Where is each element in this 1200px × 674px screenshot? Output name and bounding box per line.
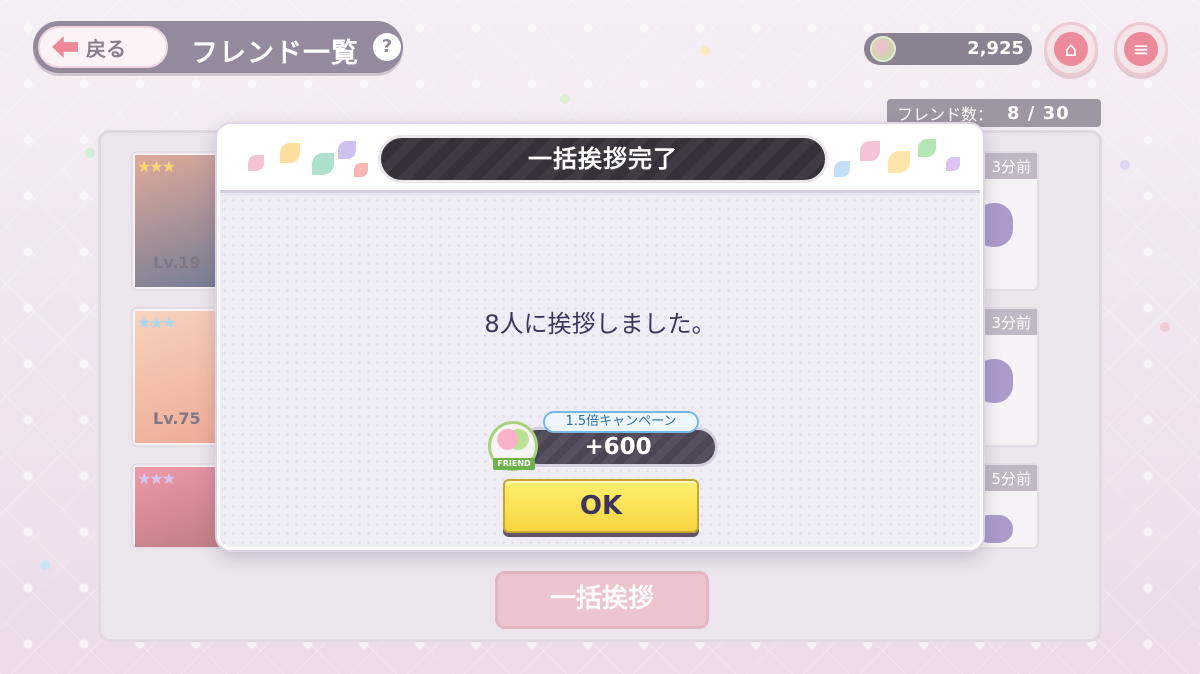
- dialog-header: 一括挨拶完了: [220, 127, 980, 193]
- petal-decoration: [338, 141, 356, 159]
- friend-point-tag: FRIEND: [493, 458, 535, 470]
- petal-decoration: [280, 143, 300, 163]
- petal-decoration: [860, 141, 880, 161]
- petal-decoration: [834, 161, 850, 177]
- dialog-message: 8人に挨拶しました。: [484, 310, 716, 338]
- petal-decoration: [354, 163, 368, 177]
- petal-decoration: [248, 155, 264, 171]
- dialog-body: 8人に挨拶しました。 1.5倍キャンペーン +600 FRIEND OK: [220, 196, 980, 547]
- petal-decoration: [918, 139, 936, 157]
- reward-amount: +600: [518, 427, 718, 467]
- petal-decoration: [888, 151, 910, 173]
- petal-decoration: [946, 157, 960, 171]
- friend-point-icon: FRIEND: [488, 421, 538, 471]
- campaign-badge: 1.5倍キャンペーン: [543, 411, 699, 433]
- reward-display: 1.5倍キャンペーン +600 FRIEND: [488, 409, 718, 473]
- petal-decoration: [312, 153, 334, 175]
- dialog-title: 一括挨拶完了: [378, 135, 828, 183]
- ok-button[interactable]: OK: [503, 479, 699, 533]
- greeting-complete-dialog: 一括挨拶完了 8人に挨拶しました。 1.5倍キャンペーン +600 FRIEND…: [217, 124, 983, 550]
